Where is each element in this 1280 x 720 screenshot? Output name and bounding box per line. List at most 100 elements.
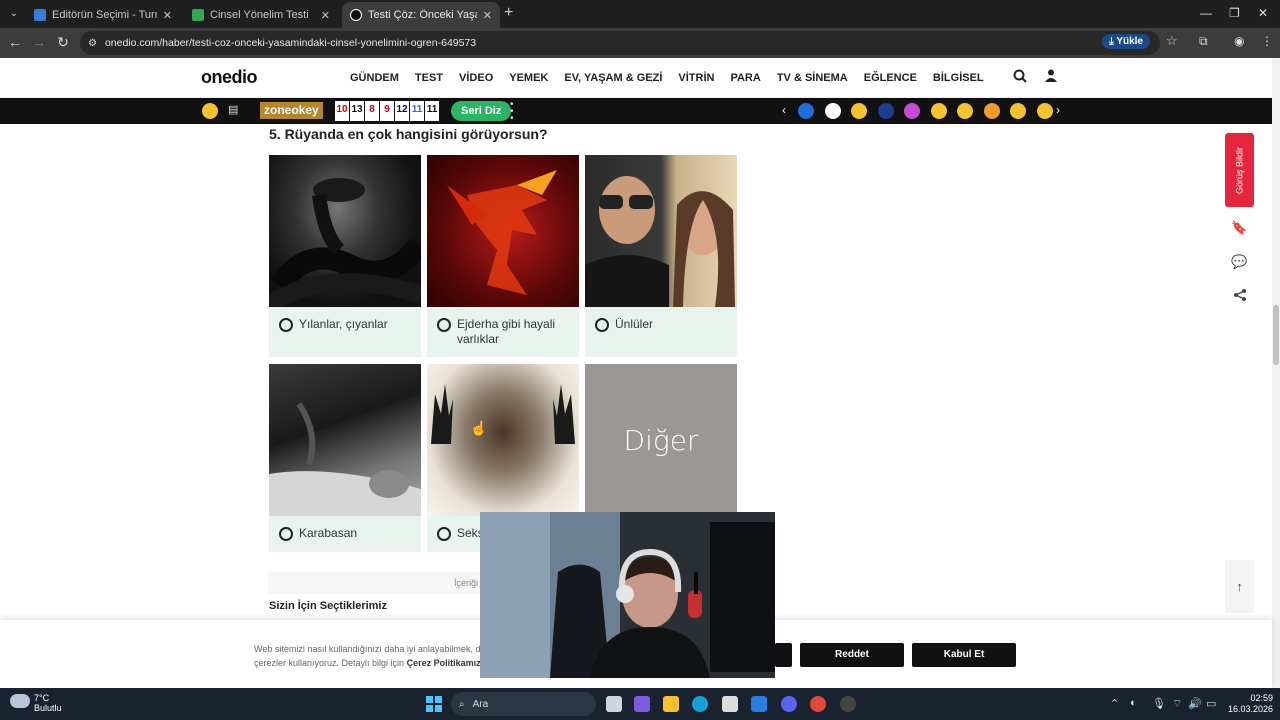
main-menu: GÜNDEM TEST VİDEO YEMEK EV, YAŞAM & GEZİ… [350, 72, 1000, 84]
store-icon[interactable] [722, 696, 738, 712]
user-icon[interactable] [1045, 69, 1057, 85]
taskbar-search[interactable]: ⌕ Ara [451, 692, 596, 716]
brand-badge-icon[interactable] [957, 103, 973, 119]
task-view-icon[interactable] [606, 696, 622, 712]
menu-item-eglence[interactable]: EĞLENCE [864, 72, 917, 84]
accept-button[interactable]: Kabul Et [912, 643, 1016, 667]
cookie-policy-link[interactable]: Çerez Politikamızı [407, 658, 484, 668]
minimize-icon[interactable]: — [1200, 6, 1212, 20]
games-bar: ▤ zoneokey 10 13 8 9 12 11 11 Seri Diz •… [0, 98, 1272, 124]
gamepad-icon[interactable]: ▤ [228, 103, 238, 116]
zoneokey-logo[interactable]: zoneokey [260, 102, 323, 119]
system-clock[interactable]: 02:59 16.03.2026 [1228, 693, 1273, 715]
menu-item-video[interactable]: VİDEO [459, 72, 493, 84]
close-tab-icon[interactable]: ✕ [483, 9, 492, 22]
menu-item-test[interactable]: TEST [415, 72, 443, 84]
menu-item-para[interactable]: PARA [730, 72, 760, 84]
option-diger[interactable]: Diğer [585, 364, 737, 516]
seri-diz-button[interactable]: Seri Diz [451, 101, 512, 121]
restore-icon[interactable]: ❐ [1229, 6, 1240, 20]
menu-item-yemek[interactable]: YEMEK [509, 72, 548, 84]
tab-testi-coz[interactable]: Testi Çöz: Önceki Yaşamındaki C ✕ [342, 2, 500, 28]
site-info-icon[interactable]: ⚙ [88, 38, 97, 49]
game-logo-icon[interactable] [202, 103, 218, 119]
weather-widget[interactable]: 7°C Bulutlu [34, 693, 62, 713]
volume-icon[interactable]: 🔊 [1188, 697, 1202, 710]
menu-item-gundem[interactable]: GÜNDEM [350, 72, 399, 84]
next-arrow-icon[interactable]: › [1056, 103, 1060, 117]
brand-badge-icon[interactable] [1036, 103, 1053, 119]
copilot-icon[interactable] [634, 696, 650, 712]
cloud-icon [10, 694, 30, 708]
close-tab-icon[interactable]: ✕ [163, 9, 172, 22]
address-bar-row: ← → ↻ ⚙ onedio.com/haber/testi-coz-oncek… [0, 28, 1280, 58]
obs-icon[interactable] [840, 696, 856, 712]
brand-badge-icon[interactable] [824, 103, 841, 119]
close-window-icon[interactable]: ✕ [1258, 6, 1268, 20]
mic-icon[interactable]: 🎙 [1152, 697, 1166, 710]
brand-badge-icon[interactable] [798, 103, 814, 119]
share-icon[interactable] [1225, 288, 1254, 305]
brand-badge-icon[interactable] [851, 103, 867, 119]
tray-app-icon[interactable]: ◐ [1130, 697, 1137, 709]
extensions-icon[interactable]: ⧉ [1199, 34, 1208, 49]
brand-badge-icon[interactable] [983, 103, 1000, 119]
prev-arrow-icon[interactable]: ‹ [782, 103, 786, 117]
scrollbar-thumb[interactable] [1273, 305, 1279, 365]
edge-icon[interactable] [692, 696, 708, 712]
radio-icon[interactable] [595, 318, 609, 332]
radio-icon[interactable] [437, 318, 451, 332]
feedback-button[interactable]: Görüş Bildir [1225, 133, 1254, 207]
bookmark-star-icon[interactable]: ☆ [1166, 33, 1178, 49]
menu-item-ev-yasam[interactable]: EV, YAŞAM & GEZİ [564, 72, 662, 84]
menu-item-vitrin[interactable]: VİTRİN [678, 72, 714, 84]
tab-cinsel-yonelim[interactable]: Cinsel Yönelim Testi ✕ [184, 2, 338, 28]
reload-icon[interactable]: ↻ [54, 34, 72, 51]
menu-item-bilgisel[interactable]: BİLGİSEL [933, 72, 984, 84]
option-snake[interactable]: Yılanlar, çıyanlar [264, 155, 428, 357]
nightmare-image [269, 364, 421, 516]
update-button[interactable]: ⤓ Yükle [1102, 34, 1150, 49]
option-dragon[interactable]: Ejderha gibi hayali varlıklar [427, 155, 579, 357]
radio-icon[interactable] [279, 527, 293, 541]
option-celebrities[interactable]: Ünlüler [585, 155, 737, 357]
site-header: onedio GÜNDEM TEST VİDEO YEMEK EV, YAŞAM… [0, 58, 1272, 98]
page-scrollbar[interactable] [1272, 58, 1280, 688]
reject-button[interactable]: Reddet [800, 643, 904, 667]
browser-menu-icon[interactable]: ⋮ [1261, 34, 1273, 48]
blurred-figure-image [427, 364, 579, 516]
radio-icon[interactable] [437, 527, 451, 541]
cookie-settings-button[interactable] [775, 643, 792, 667]
profile-icon[interactable]: ◉ [1234, 34, 1244, 48]
brand-badge-icon[interactable] [904, 103, 920, 119]
menu-item-tv-sinema[interactable]: TV & SİNEMA [777, 72, 848, 84]
brand-badge-icon[interactable] [930, 103, 947, 119]
url-field[interactable]: ⚙ onedio.com/haber/testi-coz-onceki-yasa… [80, 31, 1160, 55]
tab-search-icon[interactable]: ⌄ [6, 6, 22, 22]
wifi-icon[interactable]: ⌔ [1172, 697, 1182, 711]
option-karabasan[interactable]: Karabasan [269, 364, 421, 552]
bookmark-icon[interactable]: 🔖 [1225, 220, 1254, 236]
brand-badge-icon[interactable] [1010, 103, 1026, 119]
mail-icon[interactable] [751, 696, 767, 712]
discord-icon[interactable] [781, 696, 797, 712]
more-icon[interactable]: • • • [510, 100, 514, 124]
start-icon[interactable] [426, 696, 442, 712]
file-explorer-icon[interactable] [663, 696, 679, 712]
close-tab-icon[interactable]: ✕ [321, 9, 330, 22]
tray-chevron-icon[interactable]: ⌃ [1110, 697, 1119, 710]
back-icon[interactable]: ← [6, 34, 24, 50]
brand-badge-icon[interactable] [877, 103, 894, 119]
mouse-cursor-icon: ☝ [470, 420, 488, 436]
comments-icon[interactable]: 💬 [1225, 254, 1254, 270]
new-tab-icon[interactable]: + [504, 5, 513, 21]
onedio-logo[interactable]: onedio [201, 67, 258, 88]
search-icon[interactable] [1013, 69, 1027, 86]
tab-editor-choice[interactable]: Editörün Seçimi - Turnuva - Qu ✕ [26, 2, 180, 28]
radio-icon[interactable] [279, 318, 293, 332]
scroll-top-button[interactable]: ↑ [1225, 560, 1254, 613]
forward-icon[interactable]: → [30, 34, 48, 50]
chrome-icon[interactable] [810, 696, 826, 712]
battery-icon[interactable]: ▭ [1206, 697, 1216, 710]
site-favicon-icon [34, 9, 46, 21]
